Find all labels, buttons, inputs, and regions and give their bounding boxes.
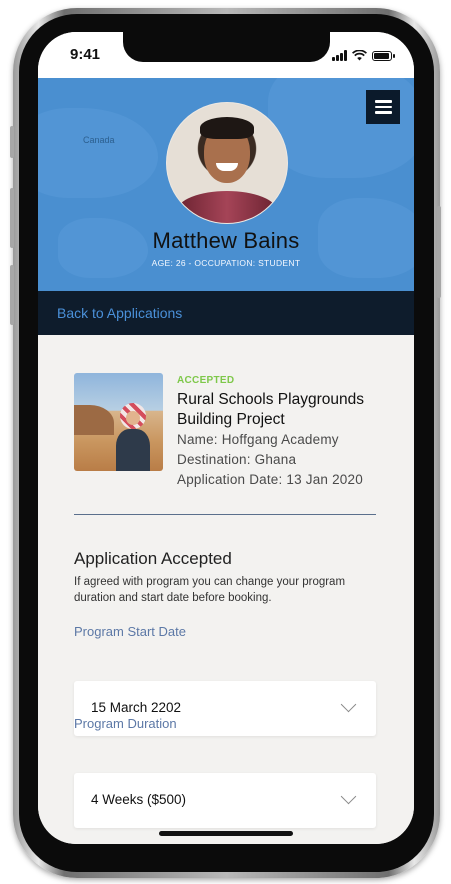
application-content: ACCEPTED Rural Schools Playgrounds Build… (38, 335, 414, 844)
map-landmass (38, 108, 158, 198)
menu-button[interactable] (366, 90, 400, 124)
status-icons (332, 49, 395, 61)
profile-name: Matthew Bains (152, 228, 300, 253)
duration-select[interactable]: 4 Weeks ($500) (74, 773, 376, 828)
start-date-label: Program Start Date (74, 624, 186, 639)
phone-screen: 9:41 Canada Matthew Bains AGE: 26 - OCCU… (38, 32, 414, 844)
notch (123, 32, 330, 62)
side-button-volume-down (10, 265, 14, 325)
chevron-down-icon (340, 696, 357, 713)
wifi-icon (352, 50, 367, 61)
map-label: Canada (83, 135, 115, 145)
application-destination: Destination: Ghana (177, 452, 297, 467)
application-title: Rural Schools Playgrounds Building Proje… (177, 391, 364, 428)
menu-icon (374, 100, 392, 103)
battery-icon (372, 51, 395, 61)
acceptance-description: If agreed with program you can change yo… (74, 576, 346, 604)
side-button-power (437, 206, 441, 298)
duration-label: Program Duration (74, 716, 177, 731)
application-date: Application Date: 13 Jan 2020 (177, 472, 363, 487)
back-to-applications-link[interactable]: Back to Applications (57, 305, 182, 321)
signal-icon (332, 50, 347, 61)
profile-header: Canada Matthew Bains AGE: 26 - OCCUPATIO… (38, 78, 414, 291)
home-indicator (159, 831, 293, 836)
avatar (166, 102, 288, 224)
acceptance-title: Application Accepted (74, 549, 232, 568)
status-badge: ACCEPTED (177, 375, 235, 386)
side-button-volume-up (10, 188, 14, 248)
section-divider (74, 514, 376, 515)
status-time: 9:41 (70, 46, 101, 63)
chevron-down-icon (340, 788, 357, 805)
duration-value: 4 Weeks ($500) (91, 792, 187, 807)
start-date-value: 15 March 2202 (91, 700, 182, 715)
side-button-mute (10, 126, 14, 158)
program-thumbnail (74, 373, 163, 471)
application-name: Name: Hoffgang Academy (177, 432, 339, 447)
profile-subtitle: AGE: 26 - OCCUPATION: STUDENT (151, 258, 301, 268)
back-nav-bar: Back to Applications (38, 291, 414, 335)
